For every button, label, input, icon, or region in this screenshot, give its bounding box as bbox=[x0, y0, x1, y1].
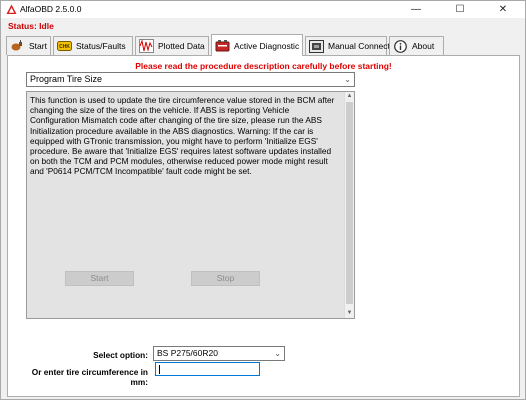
car-battery-icon bbox=[215, 39, 230, 53]
tab-start-label: Start bbox=[29, 41, 47, 51]
procedure-dropdown[interactable]: Program Tire Size ⌄ bbox=[26, 72, 355, 87]
window-title: AlfaOBD 2.5.0.0 bbox=[20, 4, 82, 14]
start-button[interactable]: Start bbox=[65, 271, 134, 286]
tab-active-diagnostic-label: Active Diagnostic bbox=[234, 40, 300, 51]
tab-plotted-data-label: Plotted Data bbox=[158, 41, 205, 51]
waveform-plot-icon bbox=[139, 39, 154, 53]
circumference-input[interactable] bbox=[155, 362, 260, 376]
chevron-down-icon: ⌄ bbox=[344, 75, 351, 84]
minimize-icon: — bbox=[411, 4, 421, 15]
app-window: AlfaOBD 2.5.0.0 — ☐ ✕ Status: Idle Start… bbox=[0, 0, 526, 400]
tab-active-diagnostic[interactable]: Active Diagnostic bbox=[211, 34, 303, 56]
procedure-dropdown-value: Program Tire Size bbox=[30, 74, 103, 84]
scroll-down-icon[interactable]: ▼ bbox=[345, 309, 354, 318]
stop-button[interactable]: Stop bbox=[191, 271, 260, 286]
maximize-icon: ☐ bbox=[455, 4, 465, 15]
tab-bar: Start CHK Status/Faults Plotted Data Act… bbox=[6, 34, 444, 56]
maximize-button[interactable]: ☐ bbox=[438, 1, 482, 18]
procedure-description-text: This function is used to update the tire… bbox=[30, 95, 335, 177]
close-icon: ✕ bbox=[498, 4, 508, 15]
alfa-logo-icon bbox=[6, 4, 17, 14]
tab-manual-connect-label: Manual Connect bbox=[328, 41, 390, 51]
info-icon bbox=[393, 39, 408, 53]
plug-icon bbox=[10, 39, 25, 53]
tab-manual-connect[interactable]: Manual Connect bbox=[305, 36, 390, 55]
ecu-module-icon bbox=[309, 39, 324, 53]
tab-status-faults-label: Status/Faults bbox=[76, 41, 126, 51]
title-bar[interactable]: AlfaOBD 2.5.0.0 — ☐ ✕ bbox=[1, 1, 525, 18]
scrollbar-thumb[interactable] bbox=[346, 102, 353, 304]
text-caret bbox=[159, 365, 160, 374]
chevron-down-icon: ⌄ bbox=[274, 349, 281, 358]
tab-about-label: About bbox=[412, 41, 435, 51]
select-option-label: Select option: bbox=[93, 350, 148, 360]
circumference-label: Or enter tire circumference in mm: bbox=[31, 367, 148, 387]
scroll-up-icon[interactable]: ▲ bbox=[345, 92, 354, 101]
close-button[interactable]: ✕ bbox=[481, 1, 525, 18]
tab-plotted-data[interactable]: Plotted Data bbox=[135, 36, 209, 55]
tab-status-faults[interactable]: CHK Status/Faults bbox=[53, 36, 133, 55]
status-text: Status: Idle bbox=[8, 21, 54, 31]
tab-start[interactable]: Start bbox=[6, 36, 51, 55]
description-scrollbar[interactable]: ▲ ▼ bbox=[344, 92, 354, 318]
tire-size-dropdown-value: BS P275/60R20 bbox=[157, 348, 218, 358]
tire-size-dropdown[interactable]: BS P275/60R20 ⌄ bbox=[153, 346, 285, 361]
minimize-button[interactable]: — bbox=[394, 1, 438, 18]
tab-about[interactable]: About bbox=[389, 36, 444, 55]
active-diagnostic-panel: Please read the procedure description ca… bbox=[7, 55, 520, 397]
fault-warning-icon: CHK bbox=[57, 39, 72, 53]
warning-message: Please read the procedure description ca… bbox=[135, 61, 392, 71]
svg-text:CHK: CHK bbox=[59, 44, 70, 50]
